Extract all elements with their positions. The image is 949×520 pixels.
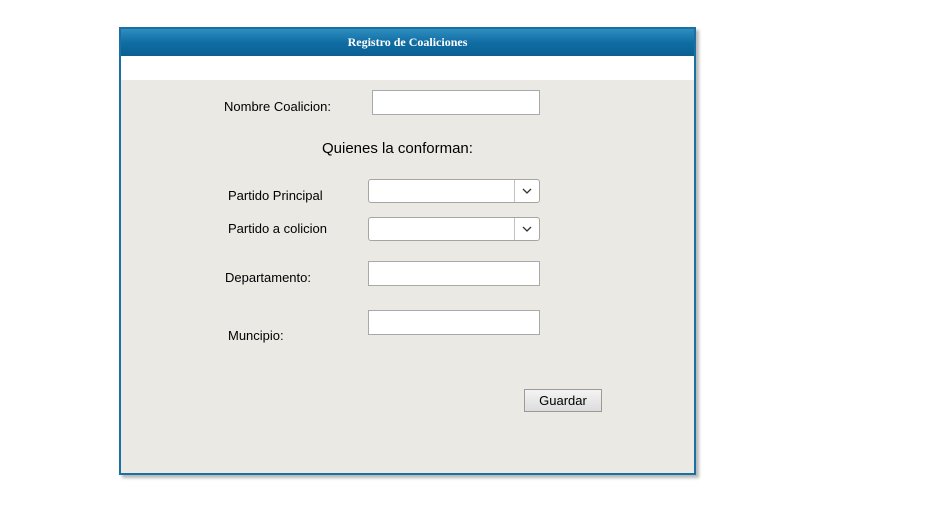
dropdown-arrow[interactable] (514, 218, 539, 240)
panel-title: Registro de Coaliciones (121, 29, 694, 56)
chevron-down-icon (522, 226, 532, 232)
nombre-coalicion-label: Nombre Coalicion: (224, 99, 331, 114)
municipio-label: Muncipio: (228, 328, 284, 343)
section-title: Quienes la conforman: (322, 140, 473, 157)
chevron-down-icon (522, 188, 532, 194)
dropdown-arrow[interactable] (514, 180, 539, 202)
partido-principal-select[interactable] (368, 179, 540, 203)
departamento-input[interactable] (368, 261, 540, 286)
coalition-form-panel: Registro de Coaliciones Nombre Coalicion… (119, 27, 696, 475)
nombre-coalicion-input[interactable] (372, 90, 540, 115)
municipio-input[interactable] (368, 310, 540, 335)
partido-coalicion-label: Partido a colicion (228, 221, 327, 236)
departamento-label: Departamento: (225, 270, 311, 285)
guardar-button[interactable]: Guardar (524, 389, 602, 412)
partido-coalicion-select[interactable] (368, 217, 540, 241)
header-spacer (121, 56, 694, 80)
partido-principal-label: Partido Principal (228, 188, 323, 203)
